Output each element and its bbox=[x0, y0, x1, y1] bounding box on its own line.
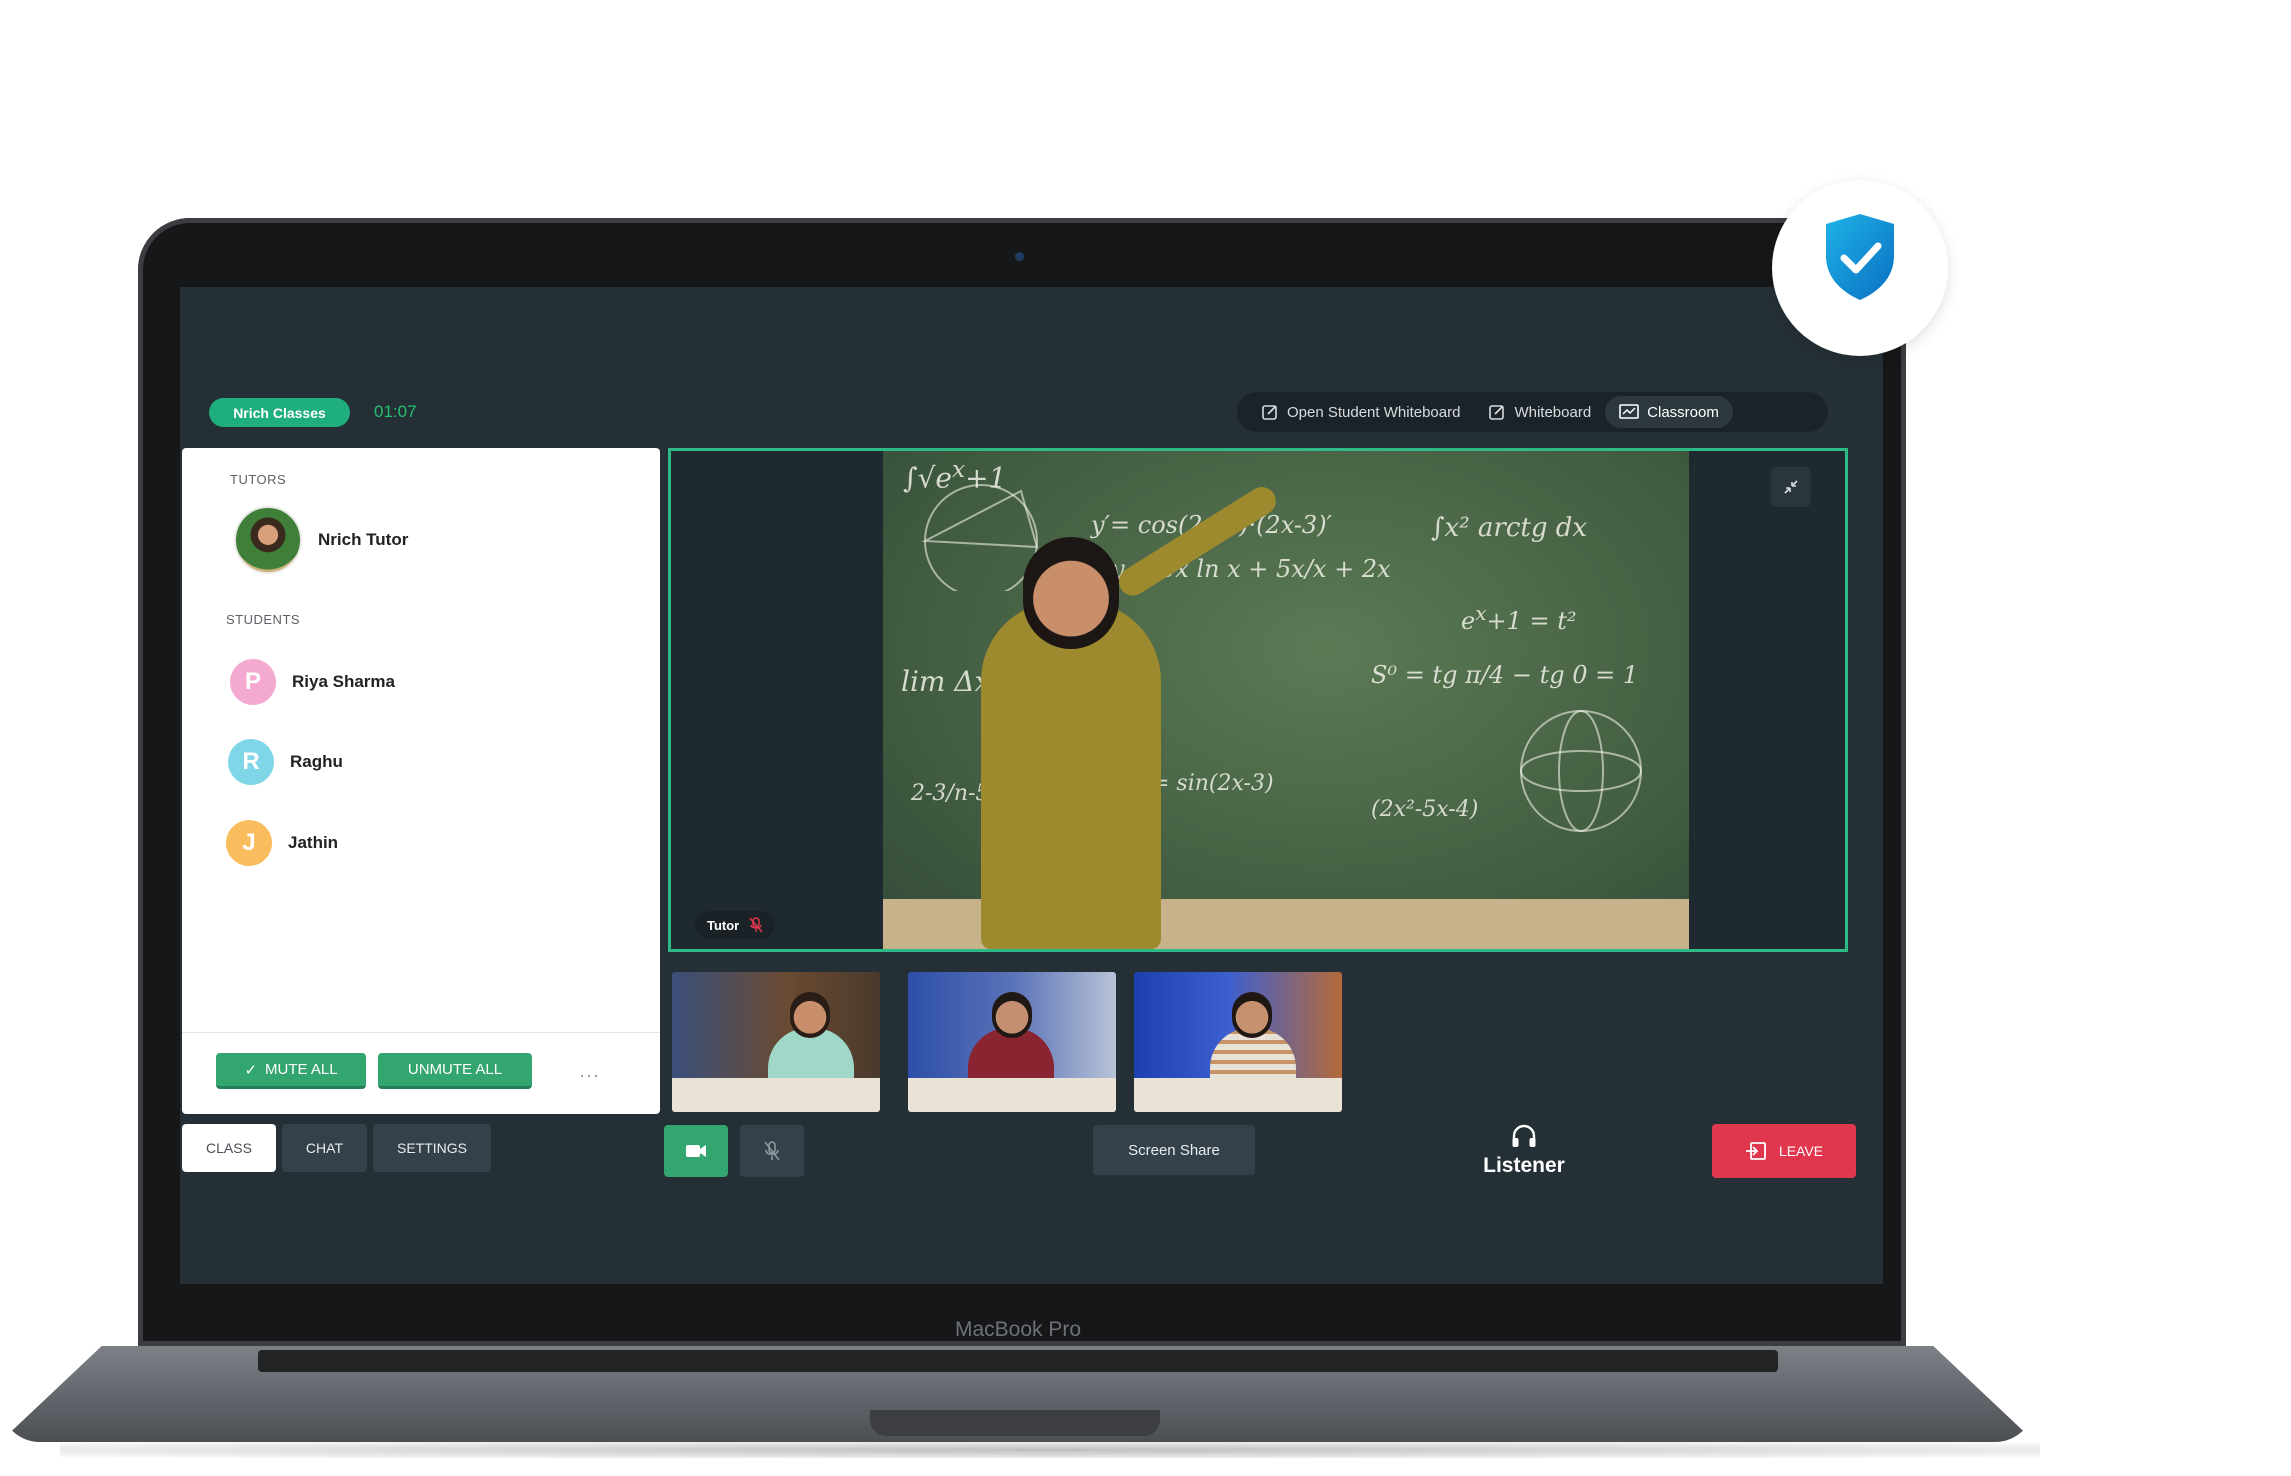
tab-class[interactable]: CLASS bbox=[182, 1124, 276, 1172]
exit-icon bbox=[1745, 1142, 1766, 1160]
tab-chat[interactable]: CHAT bbox=[281, 1124, 367, 1172]
tutor-label: Tutor bbox=[695, 911, 776, 939]
laptop-keyboard-edge bbox=[258, 1350, 1778, 1372]
video-camera-icon bbox=[686, 1145, 706, 1157]
tutor-name: Nrich Tutor bbox=[318, 530, 409, 549]
participants-panel: TUTORS Nrich Tutor STUDENTS P Riya Sharm… bbox=[182, 448, 660, 1114]
desk bbox=[1134, 1078, 1342, 1112]
view-switcher: Open Student Whiteboard Whiteboard Class… bbox=[1237, 392, 1828, 432]
student-head bbox=[992, 992, 1032, 1038]
student-video-thumbnail[interactable] bbox=[1134, 972, 1342, 1112]
classroom-label: Classroom bbox=[1647, 403, 1719, 421]
minimize-button[interactable] bbox=[1771, 467, 1811, 507]
mic-off-icon bbox=[749, 917, 763, 933]
open-student-whiteboard-button[interactable]: Open Student Whiteboard bbox=[1247, 396, 1474, 428]
more-options-button[interactable]: ··· bbox=[579, 1065, 600, 1086]
chalk-formula: ex+1 = t² bbox=[1461, 601, 1577, 635]
edit-icon bbox=[1262, 405, 1277, 420]
tutors-heading: TUTORS bbox=[230, 472, 287, 487]
brand-badge: Nrich Classes bbox=[209, 398, 350, 427]
tutor-item[interactable]: Nrich Tutor bbox=[234, 506, 408, 574]
laptop-shadow bbox=[60, 1442, 2040, 1458]
shield-check-icon bbox=[1826, 214, 1894, 300]
classroom-button[interactable]: Classroom bbox=[1605, 396, 1733, 428]
whiteboard-button[interactable]: Whiteboard bbox=[1474, 396, 1605, 428]
students-heading: STUDENTS bbox=[226, 612, 301, 627]
mute-all-label: MUTE ALL bbox=[265, 1061, 338, 1078]
edit-icon bbox=[1489, 405, 1505, 420]
desk bbox=[672, 1078, 880, 1112]
screen-share-button[interactable]: Screen Share bbox=[1093, 1125, 1255, 1175]
device-label: MacBook Pro bbox=[954, 1318, 1082, 1341]
avatar bbox=[234, 506, 302, 574]
student-name: Jathin bbox=[288, 833, 339, 852]
main-video[interactable]: ∫√ex+1 y′= cos(2x-3)·(2x-3)′ y = 6x ln x… bbox=[668, 448, 1848, 952]
avatar: J bbox=[226, 820, 272, 866]
mic-off-icon bbox=[764, 1141, 780, 1161]
check-icon: ✓ bbox=[244, 1061, 258, 1079]
class-timer: 01:07 bbox=[374, 402, 417, 421]
listener-label: Listener bbox=[1483, 1154, 1565, 1177]
student-video-thumbnail[interactable] bbox=[672, 972, 880, 1112]
tab-settings[interactable]: SETTINGS bbox=[373, 1124, 492, 1172]
tutor-tag-text: Tutor bbox=[707, 917, 740, 933]
student-name: Riya Sharma bbox=[292, 672, 395, 691]
student-name: Raghu bbox=[290, 752, 343, 771]
laptop-notch bbox=[870, 1410, 1160, 1436]
student-head bbox=[1232, 992, 1272, 1038]
security-badge bbox=[1772, 180, 1948, 356]
chalk-sphere bbox=[1520, 710, 1642, 832]
chalk-formula: = sin(2x-3) bbox=[1151, 771, 1274, 796]
avatar: R bbox=[228, 739, 274, 785]
student-video-thumbnail[interactable] bbox=[908, 972, 1116, 1112]
student-item[interactable]: J Jathin bbox=[226, 820, 338, 866]
mute-all-button[interactable]: ✓ MUTE ALL bbox=[216, 1053, 366, 1089]
teacher-figure bbox=[981, 601, 1161, 949]
listener-mode[interactable]: Listener bbox=[1474, 1124, 1574, 1178]
mic-toggle-button[interactable] bbox=[740, 1125, 804, 1177]
unmute-all-button[interactable]: UNMUTE ALL bbox=[378, 1053, 532, 1089]
chalk-formula: S⁰ = tg π/4 − tg 0 = 1 bbox=[1371, 661, 1639, 689]
desk bbox=[908, 1078, 1116, 1112]
unmute-all-label: UNMUTE ALL bbox=[407, 1061, 503, 1078]
chalk-formula: ∫x² arctg dx bbox=[1431, 513, 1588, 543]
student-item[interactable]: R Raghu bbox=[228, 739, 343, 785]
whiteboard-label: Whiteboard bbox=[1514, 403, 1592, 421]
minimize-icon bbox=[1784, 480, 1798, 494]
presentation-icon bbox=[1619, 404, 1639, 419]
avatar: P bbox=[230, 659, 276, 705]
camera-toggle-button[interactable] bbox=[664, 1125, 728, 1177]
teacher-head bbox=[1023, 537, 1119, 649]
student-item[interactable]: P Riya Sharma bbox=[230, 659, 395, 705]
webcam-dot bbox=[1015, 252, 1024, 261]
panel-tabs: CLASS CHAT SETTINGS bbox=[182, 1124, 492, 1172]
leave-label: LEAVE bbox=[1778, 1143, 1824, 1159]
open-student-whiteboard-label: Open Student Whiteboard bbox=[1287, 403, 1461, 421]
student-head bbox=[790, 992, 830, 1038]
leave-button[interactable]: LEAVE bbox=[1712, 1124, 1856, 1178]
chalk-formula: (2x²-5x-4) bbox=[1371, 797, 1479, 822]
headphones-icon bbox=[1512, 1124, 1536, 1147]
